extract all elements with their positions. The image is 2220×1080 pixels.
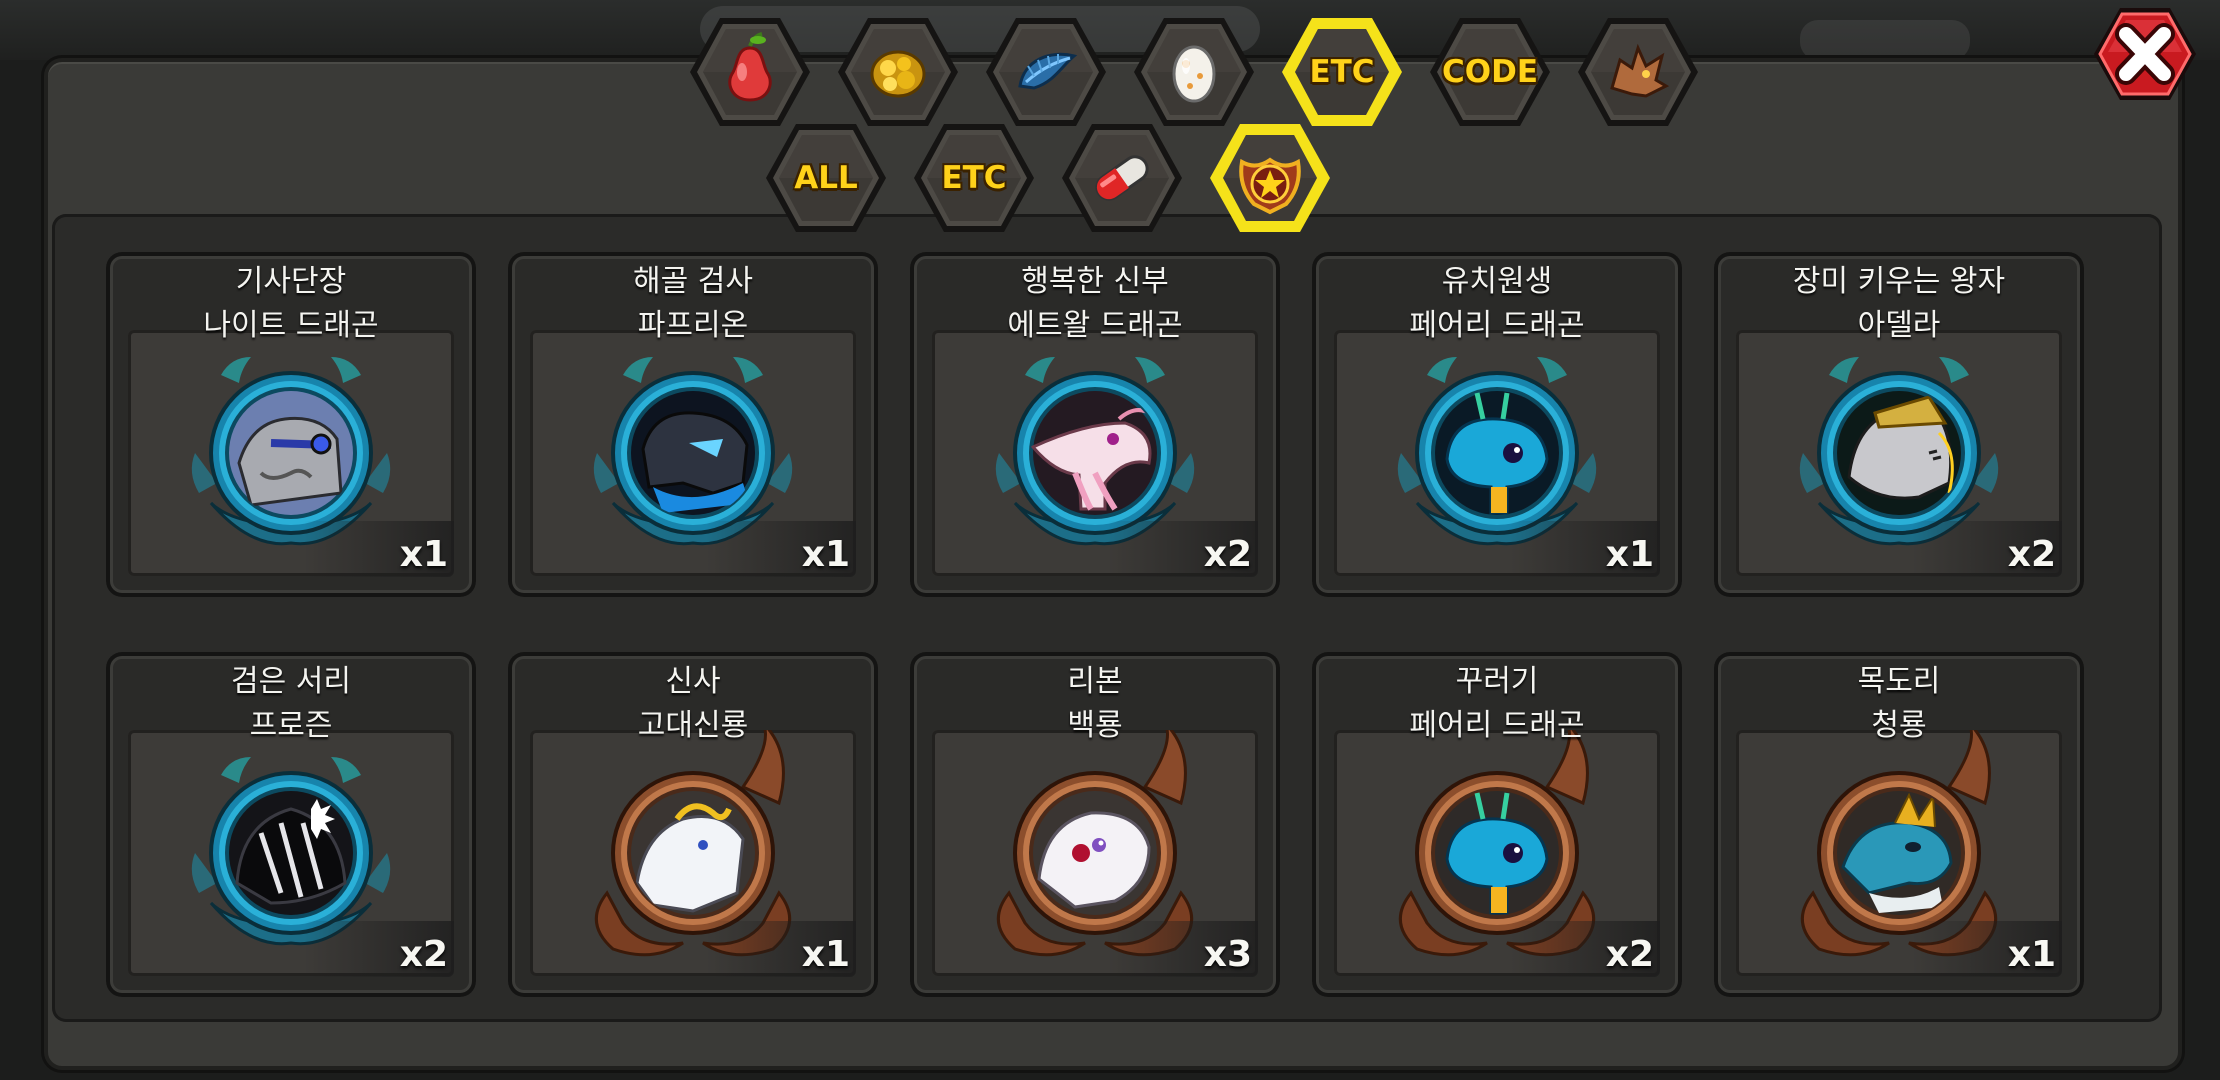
item-quantity: x1 — [1605, 534, 1654, 575]
item-name: 프로즌 — [249, 708, 333, 743]
item-name: 파프리온 — [637, 308, 749, 343]
gold-nugget-icon — [870, 50, 926, 98]
feather-tab[interactable] — [984, 16, 1108, 128]
item-quantity: x1 — [801, 534, 850, 575]
item-quantity: x1 — [2007, 934, 2056, 975]
item-name: 에트왈 드래곤 — [1007, 308, 1183, 343]
pear-icon — [728, 32, 772, 102]
item-title: 신사 — [665, 664, 721, 699]
item-card[interactable]: 목도리청룡 x1 — [1714, 652, 2084, 997]
item-card[interactable]: 행복한 신부에트왈 드래곤 x2 — [910, 252, 1280, 597]
star-emblem-icon — [1239, 157, 1301, 215]
item-quantity: x2 — [1605, 934, 1654, 975]
fruit-tab[interactable] — [688, 16, 812, 128]
dragon-tab[interactable] — [1576, 16, 1700, 128]
item-title: 검은 서리 — [231, 664, 351, 699]
item-title: 기사단장 — [235, 264, 347, 299]
item-title: 리본 — [1067, 664, 1123, 699]
all-tab[interactable]: ALL — [764, 122, 888, 234]
item-title: 목도리 — [1857, 664, 1941, 699]
etc-sub-tab[interactable]: ETC — [912, 122, 1036, 234]
item-title: 장미 키우는 왕자 — [1792, 264, 2006, 299]
item-title: 유치원생 — [1441, 264, 1553, 299]
item-name: 청룡 — [1871, 708, 1927, 743]
item-quantity: x1 — [801, 934, 850, 975]
capsule-tab[interactable] — [1060, 122, 1184, 234]
item-card[interactable]: 검은 서리프로즌 x2 — [106, 652, 476, 997]
item-card[interactable]: 신사고대신룡 x1 — [508, 652, 878, 997]
etc-top-tab[interactable]: ETC — [1280, 16, 1404, 128]
egg-icon — [1172, 45, 1216, 103]
code-tab[interactable]: CODE — [1428, 16, 1552, 128]
item-quantity: x2 — [1203, 534, 1252, 575]
item-card[interactable]: 기사단장나이트 드래곤 x1 — [106, 252, 476, 597]
close-button[interactable] — [2090, 4, 2200, 104]
item-quantity: x2 — [2007, 534, 2056, 575]
background-hud-element — [1800, 20, 1970, 60]
item-name: 고대신룡 — [637, 708, 749, 743]
blue-feather-icon — [1018, 52, 1078, 90]
item-card[interactable]: 꾸러기페어리 드래곤 x2 — [1312, 652, 1682, 997]
capsule-icon — [1095, 155, 1149, 201]
item-quantity: x2 — [399, 934, 448, 975]
item-card[interactable]: 장미 키우는 왕자아델라 x2 — [1714, 252, 2084, 597]
item-quantity: x3 — [1203, 934, 1252, 975]
tab-label: ALL — [794, 160, 858, 196]
item-name: 아델라 — [1857, 308, 1941, 343]
item-name: 페어리 드래곤 — [1409, 708, 1585, 743]
item-name: 페어리 드래곤 — [1409, 308, 1585, 343]
item-name: 나이트 드래곤 — [203, 308, 379, 343]
tab-label: ETC — [941, 160, 1007, 196]
item-title: 꾸러기 — [1455, 664, 1539, 699]
close-icon — [2094, 8, 2196, 100]
tab-label: ETC — [1309, 54, 1375, 90]
item-title: 행복한 신부 — [1021, 264, 1169, 299]
item-title: 해골 검사 — [633, 264, 753, 299]
item-quantity: x1 — [399, 534, 448, 575]
emblem-tab[interactable] — [1208, 122, 1332, 234]
tab-label: CODE — [1441, 54, 1538, 90]
item-card[interactable]: 해골 검사파프리온 x1 — [508, 252, 878, 597]
item-name: 백룡 — [1067, 708, 1123, 743]
dragon-head-icon — [1610, 43, 1670, 98]
item-card[interactable]: 리본백룡 x3 — [910, 652, 1280, 997]
egg-tab[interactable] — [1132, 16, 1256, 128]
item-card[interactable]: 유치원생페어리 드래곤 x1 — [1312, 252, 1682, 597]
gold-tab[interactable] — [836, 16, 960, 128]
